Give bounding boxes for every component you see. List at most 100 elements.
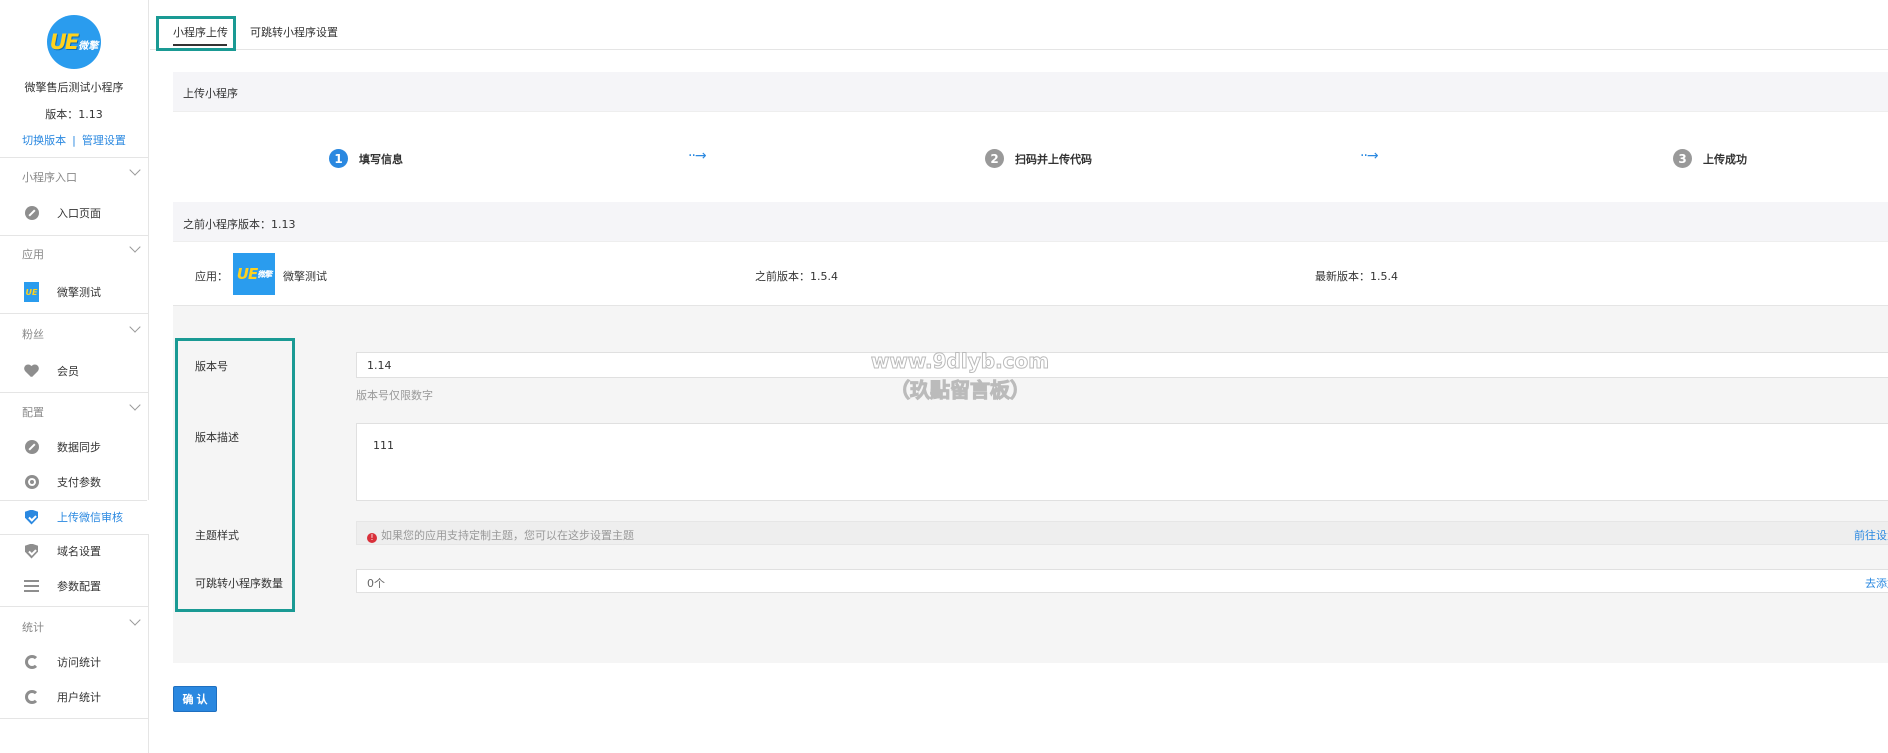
panel-title: 上传小程序 [183,87,238,100]
watermark-line1: www.9dlyb.com [870,349,1050,374]
sidebar-item-upload-review[interactable]: 上传微信审核 [0,500,149,534]
version-label: 版本号 [195,360,228,373]
step-number: 1 [329,149,348,168]
list-icon [24,579,39,594]
latest-version: 最新版本：1.5.4 [1315,270,1398,283]
app-logo: UE微擎 [47,15,101,69]
divider [0,606,149,607]
sidebar-item-label: 微擎测试 [57,286,101,299]
sidebar-item-label: 入口页面 [57,207,101,220]
logo-mark: UE微擎 [49,30,99,54]
version-hint: 版本号仅限数字 [356,389,433,402]
link-icon [24,206,39,221]
divider [0,392,149,393]
app-name: 微擎测试 [283,270,327,283]
description-label: 版本描述 [195,431,239,444]
highlight-box [175,338,295,612]
sidebar-item-label: 支付参数 [57,476,101,489]
step-number: 2 [985,149,1004,168]
sidebar-item-label: 用户统计 [57,691,101,704]
group-title-fans[interactable]: 粉丝 [22,326,44,342]
gear-icon [24,475,39,490]
sidebar-item-payment[interactable]: 支付参数 [0,465,149,499]
step-label: 填写信息 [359,152,403,166]
previous-version: 之前版本：1.5.4 [755,270,838,283]
shield-icon [24,509,39,525]
theme-notice-bar: ! 如果您的应用支持定制主题，您可以在这步设置主题 前往设置 [356,521,1888,545]
sidebar-item-entry-page[interactable]: 入口页面 [0,196,149,230]
step-3: 3 上传成功 [1673,149,1747,168]
sidebar-item-params[interactable]: 参数配置 [0,569,149,603]
link-icon [24,440,39,455]
version-input[interactable]: 1.14 [356,352,1888,378]
heart-icon [24,364,39,379]
sidebar-item-app[interactable]: UE 微擎测试 [0,275,149,309]
sidebar-item-label: 数据同步 [57,441,101,454]
pie-icon [24,655,39,670]
app-links: 切换版本 | 管理设置 [0,132,148,148]
app-logo-icon: UE [24,282,39,302]
divider [0,718,149,719]
chevron-down-icon[interactable] [129,241,141,253]
group-title-apps[interactable]: 应用 [22,246,44,262]
theme-label: 主题样式 [195,529,239,542]
app-thumbnail: UE 微擎 [233,253,275,295]
chevron-down-icon[interactable] [129,164,141,176]
jump-count-label: 可跳转小程序数量 [195,577,283,590]
sidebar-item-label: 参数配置 [57,580,101,593]
confirm-button[interactable]: 确 认 [173,686,217,712]
arrow-right-icon: ··→ [1360,148,1379,164]
go-settings-link[interactable]: 前往设置 [1854,527,1888,543]
previous-version-title: 之前小程序版本：1.13 [183,218,296,231]
sidebar-header: UE微擎 微擎售后测试小程序 版本：1.13 切换版本 | 管理设置 [0,0,148,158]
sidebar: UE微擎 微擎售后测试小程序 版本：1.13 切换版本 | 管理设置 小程序入口 入… [0,0,149,753]
divider [0,235,149,236]
pie-icon [24,690,39,705]
sidebar-item-domain[interactable]: 域名设置 [0,534,149,568]
sidebar-item-label: 域名设置 [57,545,101,558]
chevron-down-icon[interactable] [129,614,141,626]
upload-steps: 1 填写信息 ··→ 2 扫码并上传代码 ··→ 3 上传成功 [173,112,1888,202]
watermark-line2: （玖點留言板） [890,378,1031,403]
group-title-entry[interactable]: 小程序入口 [22,169,77,185]
description-textarea[interactable]: 111 [356,423,1888,501]
step-1: 1 填写信息 [329,149,403,168]
theme-notice: 如果您的应用支持定制主题，您可以在这步设置主题 [381,529,634,542]
previous-version-header: 之前小程序版本：1.13 [173,202,1888,242]
sidebar-item-data-sync[interactable]: 数据同步 [0,430,149,464]
tab-jump-settings[interactable]: 可跳转小程序设置 [250,24,338,60]
upload-panel-header: 上传小程序 [173,72,1888,112]
app-name: 微擎售后测试小程序 [24,81,124,94]
sidebar-item-label: 会员 [57,365,79,378]
switch-version-link[interactable]: 切换版本 [22,134,66,147]
chevron-down-icon[interactable] [129,321,141,333]
step-label: 上传成功 [1703,152,1747,166]
sidebar-item-visit-stats[interactable]: 访问统计 [0,645,149,679]
app-version: 版本：1.13 [45,108,103,121]
active-tab-underline [173,44,227,46]
tab-bar: 小程序上传 可跳转小程序设置 [150,0,1888,51]
sidebar-item-members[interactable]: 会员 [0,354,149,388]
jump-count-value: 0个 [367,577,385,590]
app-label: 应用： [195,270,228,283]
sidebar-item-label: 访问统计 [57,656,101,669]
sidebar-item-user-stats[interactable]: 用户统计 [0,680,149,714]
chevron-down-icon[interactable] [129,399,141,411]
app-info-row: 应用： UE 微擎 微擎测试 之前版本：1.5.4 最新版本：1.5.4 [173,242,1888,306]
manage-settings-link[interactable]: 管理设置 [82,134,126,147]
description-value: 111 [373,439,394,452]
step-label: 扫码并上传代码 [1015,152,1092,166]
step-2: 2 扫码并上传代码 [985,149,1092,168]
step-number: 3 [1673,149,1692,168]
tab-upload[interactable]: 小程序上传 [173,24,228,40]
divider [0,313,149,314]
shield-icon [24,543,39,559]
add-jump-link[interactable]: 去添加 [1865,575,1888,591]
group-title-stats[interactable]: 统计 [22,619,44,635]
jump-count-field: 0个 去添加 [356,569,1888,593]
link-separator: | [72,134,76,147]
group-title-config[interactable]: 配置 [22,404,44,420]
arrow-right-icon: ··→ [688,148,707,164]
watermark: www.9dlyb.com （玖點留言板） [845,347,1075,405]
alert-icon: ! [367,533,377,543]
